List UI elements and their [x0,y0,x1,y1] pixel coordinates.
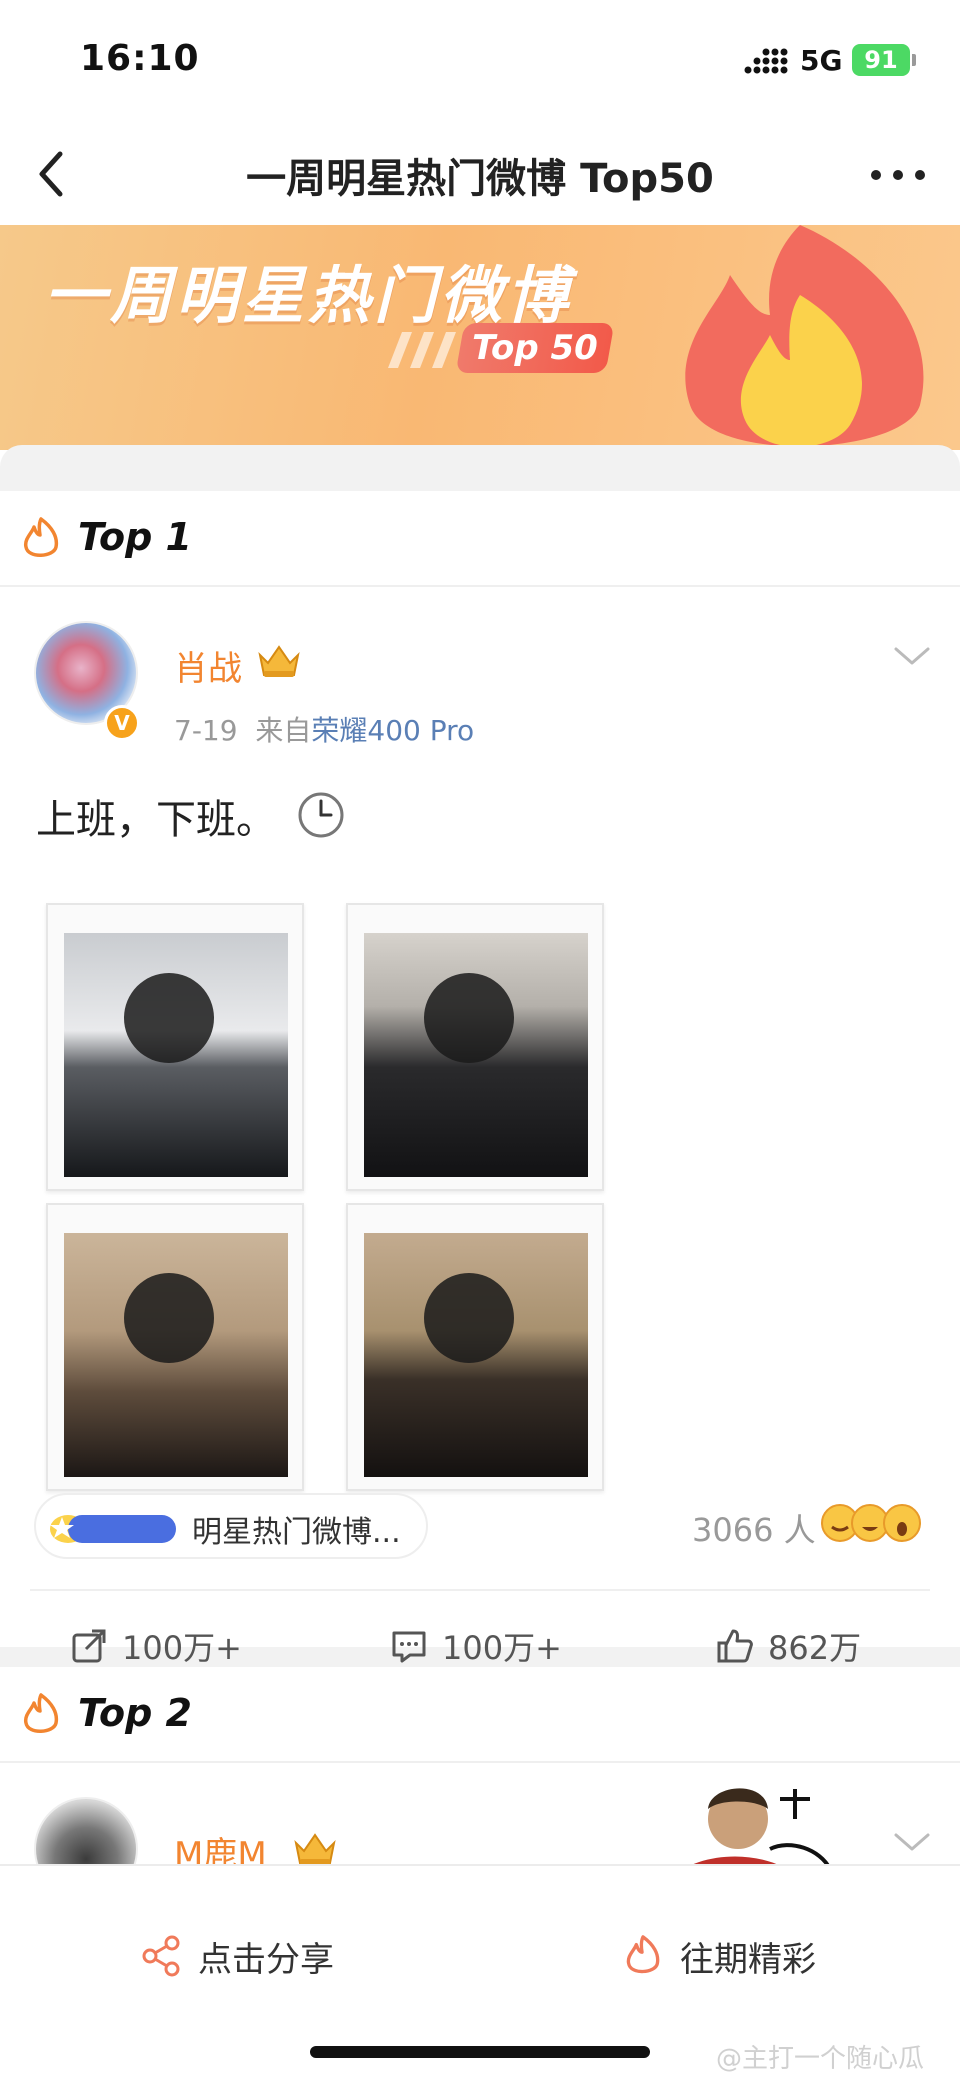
repost-icon [72,1629,106,1663]
photo-figure [124,973,214,1063]
reaction-emoji-icons [821,1504,921,1542]
more-icon[interactable] [866,150,930,200]
page-title: 一周明星热门微博 Top50 [246,156,714,202]
share-button[interactable]: 点击分享 [140,1926,334,1986]
banner-badge: Top 50 [455,323,615,373]
people-count: 3066 人 [692,1511,816,1549]
network-label: 5G [800,44,843,77]
post-date: 7-19 [174,714,238,747]
like-count: 862万 [768,1629,862,1667]
post-photo[interactable] [346,1203,604,1491]
photo-image [364,1233,588,1477]
username[interactable]: 肖战 [174,641,242,690]
fire-icon [626,1935,660,1974]
banner-title: 一周明星热门微博 [44,259,573,332]
photo-figure [424,973,514,1063]
photo-image [64,933,288,1177]
rank-label: Top 1 [78,515,192,559]
home-indicator[interactable] [310,2046,650,2058]
photo-figure [124,1273,214,1363]
past-highlights-button[interactable]: 往期精彩 [622,1926,816,1986]
watermark: @主打一个随心瓜 [716,2044,925,2074]
status-time: 16:10 [80,38,200,79]
verified-badge: V [104,705,140,741]
comment-count: 100万+ [442,1629,562,1667]
post-text: 上班，下班。 [36,787,345,845]
battery-indicator: 91 [852,44,916,76]
post-photo[interactable] [46,1203,304,1491]
fire-icon [23,1693,59,1733]
status-bar: 16:10 5G 91 [0,0,960,120]
post-meta: 7-19 来自荣耀400 Pro [174,709,474,749]
crown-icon [294,1833,336,1865]
signal-icon [744,48,788,74]
crown-icon [258,645,300,677]
photo-image [364,933,588,1177]
divider [30,1589,930,1591]
past-label: 往期精彩 [680,1939,816,1980]
share-label: 点击分享 [198,1939,334,1980]
post-source[interactable]: 荣耀400 Pro [311,714,474,747]
content-sheet: Top 1 V 肖战 7-19 来自荣耀400 Pro 上班，下班。 明星热门微… [0,445,960,1967]
photo-figure [424,1273,514,1363]
nav-bar: 一周明星热门微博 Top50 [0,120,960,225]
rank-row: Top 2 [0,1667,960,1763]
repost-count: 100万+ [122,1629,242,1667]
banner-badge-label: Top 50 [472,328,598,368]
post-photo[interactable] [346,903,604,1191]
share-icon [142,1935,180,1977]
post-photo[interactable] [46,903,304,1191]
rank-row: Top 1 [0,491,960,587]
rank-label: Top 2 [78,1691,192,1735]
topic-text: 明星热门微博... [192,1515,401,1550]
flame-icon [685,225,924,447]
hero-banner: 一周明星热门微博 Top 50 [0,225,960,450]
like-icon [717,1629,753,1663]
banner-stripes-decoration [388,332,456,368]
chevron-down-icon[interactable] [890,641,934,671]
source-prefix: 来自 [255,714,312,747]
chevron-down-icon[interactable] [890,1827,934,1857]
topic-pill[interactable]: 明星热门微博... [34,1493,428,1559]
post-card: Top 1 V 肖战 7-19 来自荣耀400 Pro 上班，下班。 明星热门微… [0,491,960,1667]
photo-image [64,1233,288,1477]
clock-icon [298,792,344,838]
post-text-content: 上班，下班。 [36,797,276,843]
comment-icon [392,1631,426,1663]
fire-icon [23,517,59,557]
weekly-must-see-logo [50,1515,176,1543]
